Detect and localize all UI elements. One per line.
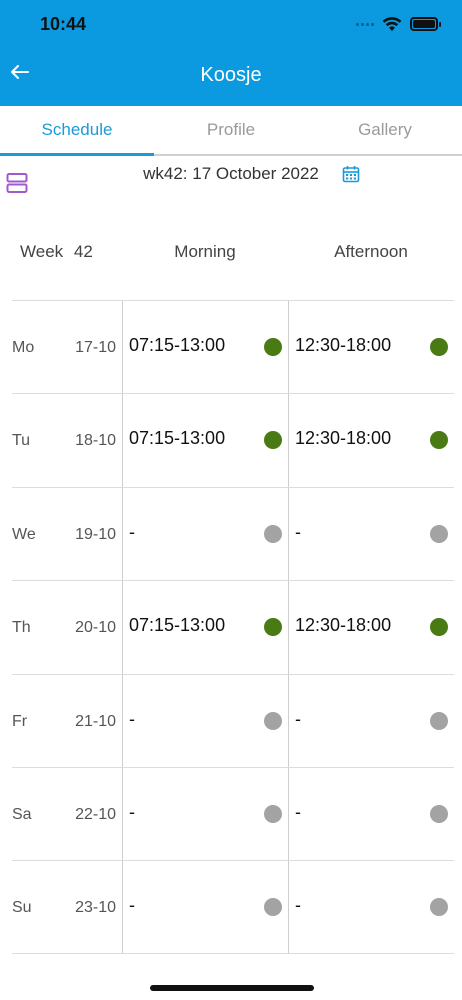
shift-time: -	[295, 895, 301, 916]
shift-time: -	[295, 801, 301, 822]
shift-time: -	[129, 895, 135, 916]
status-icons	[356, 16, 441, 32]
shift-time: -	[295, 708, 301, 729]
week-number: 42	[73, 242, 93, 261]
status-dot	[264, 711, 282, 730]
status-dot	[430, 431, 448, 450]
status-dot	[264, 618, 282, 637]
afternoon-shift-cell[interactable]: -	[288, 861, 454, 953]
schedule-grid: Mo 17-10 07:15-13:00 12:30-18:00 Tu 18-1…	[12, 300, 454, 954]
date-label: 18-10	[75, 432, 116, 450]
schedule-row-mo: Mo 17-10 07:15-13:00 12:30-18:00	[12, 300, 454, 394]
shift-time: 12:30-18:00	[295, 615, 392, 636]
morning-shift-cell[interactable]: 07:15-13:00	[122, 301, 288, 394]
schedule-row-fr: Fr 21-10 - -	[12, 673, 454, 767]
shift-time: 12:30-18:00	[295, 428, 392, 449]
status-dot	[430, 338, 448, 356]
wifi-icon	[382, 17, 402, 31]
week-label: Week	[20, 242, 64, 261]
status-dot	[430, 711, 448, 730]
status-dot	[264, 898, 282, 917]
schedule-row-tu: Tu 18-10 07:15-13:00 12:30-18:00	[12, 393, 454, 487]
morning-shift-cell[interactable]: -	[122, 674, 288, 767]
schedule-row-sa: Sa 22-10 - -	[12, 766, 454, 861]
morning-shift-cell[interactable]: -	[122, 767, 288, 861]
day-label: Th	[12, 619, 31, 637]
shift-time: 07:15-13:00	[129, 428, 226, 449]
date-label: 23-10	[75, 899, 116, 917]
schedule-row-su: Su 23-10 - -	[12, 860, 454, 954]
date-label: 19-10	[75, 525, 116, 543]
date-label: 20-10	[75, 619, 116, 637]
calendar-icon[interactable]	[342, 165, 360, 183]
tab-gallery[interactable]: Gallery	[308, 106, 462, 154]
day-label: Mo	[12, 339, 35, 356]
status-dot	[264, 431, 282, 450]
day-label: We	[12, 525, 36, 543]
shift-time: 07:15-13:00	[129, 335, 226, 355]
status-dot	[264, 524, 282, 543]
day-label: Su	[12, 899, 32, 917]
afternoon-shift-cell[interactable]: -	[288, 674, 454, 767]
tab-schedule[interactable]: Schedule	[0, 106, 154, 156]
status-dot	[430, 804, 448, 823]
shift-time: -	[295, 521, 301, 542]
date-label: 22-10	[75, 805, 116, 823]
day-label: Fr	[12, 712, 28, 730]
day-label: Sa	[12, 805, 32, 823]
shift-time: 07:15-13:00	[129, 615, 226, 636]
schedule-row-we: We 19-10 - -	[12, 486, 454, 581]
status-dot	[264, 804, 282, 823]
week-column-header: Week 42	[20, 242, 93, 262]
date-label: 17-10	[75, 339, 116, 356]
status-dot	[264, 338, 282, 356]
afternoon-shift-cell[interactable]: 12:30-18:00	[288, 301, 454, 394]
afternoon-shift-cell[interactable]: -	[288, 767, 454, 861]
afternoon-shift-cell[interactable]: 12:30-18:00	[288, 394, 454, 487]
cellular-signal-icon	[356, 22, 374, 26]
morning-shift-cell[interactable]: -	[122, 487, 288, 581]
afternoon-shift-cell[interactable]: 12:30-18:00	[288, 581, 454, 674]
schedule-row-th: Th 20-10 07:15-13:00 12:30-18:00	[12, 580, 454, 674]
shift-time: -	[129, 801, 135, 822]
status-time: 10:44	[40, 14, 87, 34]
shift-time: -	[129, 521, 135, 542]
date-label: 21-10	[75, 712, 116, 730]
status-dot	[430, 618, 448, 637]
status-bar: 10:44	[0, 0, 462, 50]
morning-shift-cell[interactable]: 07:15-13:00	[122, 394, 288, 487]
battery-level	[413, 20, 435, 28]
morning-shift-cell[interactable]: 07:15-13:00	[122, 581, 288, 674]
battery-icon	[410, 17, 441, 31]
day-label: Tu	[12, 432, 31, 450]
afternoon-shift-cell[interactable]: -	[288, 487, 454, 581]
tab-bar: Schedule Profile Gallery	[0, 106, 462, 156]
week-title: wk42: 17 October 2022	[143, 164, 319, 183]
status-dot	[430, 898, 448, 917]
morning-shift-cell[interactable]: -	[122, 861, 288, 953]
home-indicator[interactable]	[150, 985, 314, 991]
tab-profile[interactable]: Profile	[154, 106, 308, 154]
page-title: Koosje	[200, 64, 262, 86]
shift-time: -	[129, 708, 135, 729]
afternoon-column-header: Afternoon	[334, 242, 408, 261]
morning-column-header: Morning	[174, 242, 236, 261]
nav-bar: Koosje	[0, 50, 462, 106]
status-dot	[430, 524, 448, 543]
app-header: 10:44 Koosje	[0, 0, 462, 106]
shift-time: 12:30-18:00	[295, 335, 392, 355]
